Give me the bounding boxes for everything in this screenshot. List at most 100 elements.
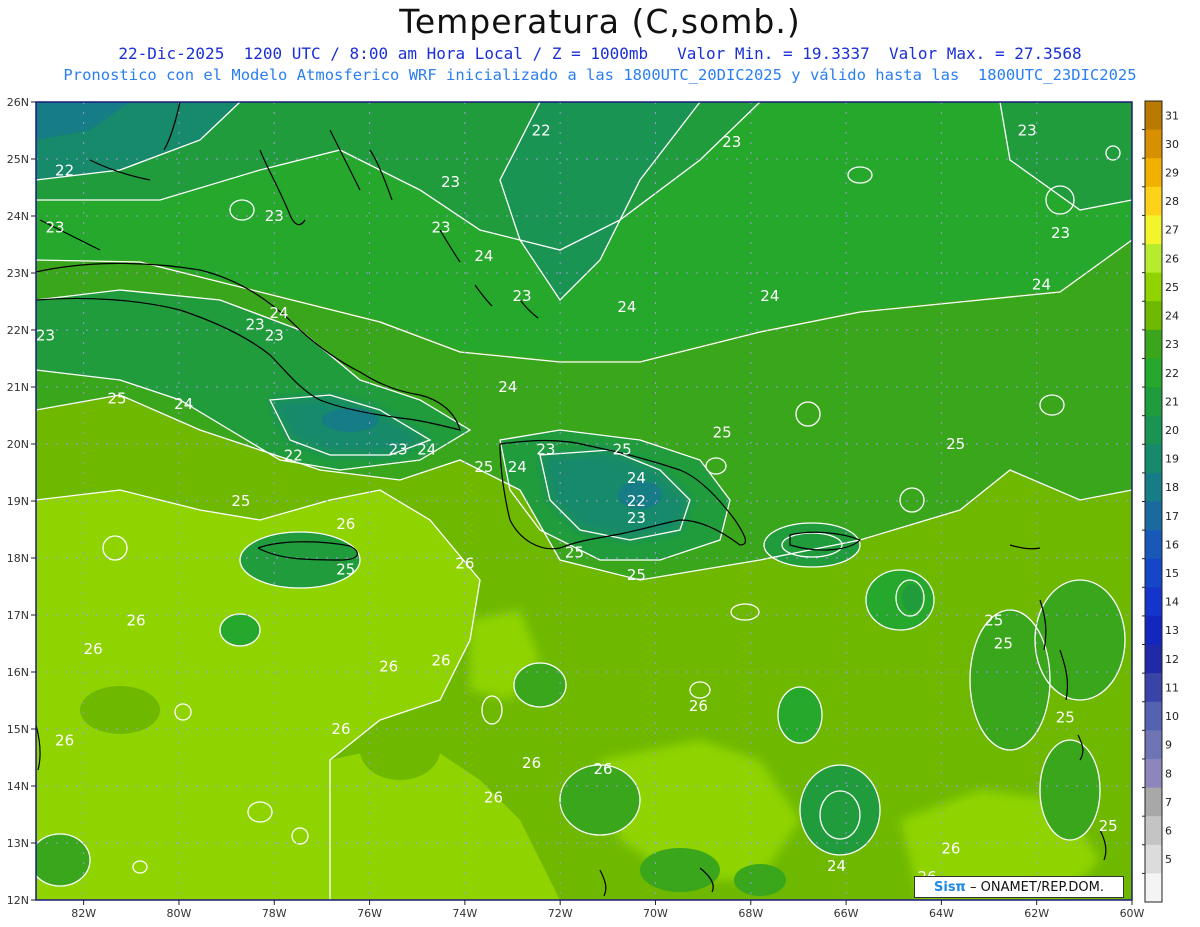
- contour-label: 26: [522, 754, 541, 772]
- contour-label: 25: [565, 543, 584, 561]
- contour-label: 25: [474, 458, 493, 476]
- lon-label: 80W: [167, 907, 192, 920]
- contour-label: 23: [46, 218, 65, 236]
- contour-label: 26: [594, 760, 613, 778]
- lat-label: 26N: [7, 96, 29, 109]
- colorbar-label: 20: [1165, 424, 1179, 437]
- colorbar-label: 11: [1165, 681, 1179, 694]
- colorbar-segment: [1145, 472, 1162, 502]
- lon-label: 78W: [262, 907, 287, 920]
- lat-label: 14N: [7, 780, 29, 793]
- contour-label: 25: [231, 492, 250, 510]
- contour-label: 25: [613, 441, 632, 459]
- lon-label: 60W: [1120, 907, 1145, 920]
- credit-brand: Sisπ: [934, 880, 966, 895]
- colorbar-segment: [1145, 758, 1162, 789]
- lon-label: 66W: [834, 907, 859, 920]
- colorbar-label: 31: [1165, 109, 1179, 122]
- contour-label: 26: [336, 515, 355, 533]
- colorbar-label: 15: [1165, 567, 1179, 580]
- contour-label: 23: [389, 441, 408, 459]
- colorbar-label: 10: [1165, 710, 1179, 723]
- colorbar-label: 25: [1165, 281, 1179, 294]
- contour-label: 24: [617, 298, 636, 316]
- lat-label: 18N: [7, 552, 29, 565]
- contour-label: 26: [689, 697, 708, 715]
- contour-label: 26: [484, 788, 503, 806]
- colorbar-label: 18: [1165, 481, 1179, 494]
- contour-label: 25: [336, 560, 355, 578]
- colorbar-segment: [1145, 387, 1162, 417]
- colorbar-segment: [1145, 186, 1162, 216]
- contour-label: 25: [627, 566, 646, 584]
- contour-label: 24: [269, 304, 288, 322]
- contour-label: 24: [474, 247, 493, 265]
- contour-label: 25: [1056, 709, 1075, 727]
- colorbar-segment: [1145, 101, 1162, 131]
- lon-label: 70W: [643, 907, 668, 920]
- colorbar-label: 28: [1165, 195, 1179, 208]
- colorbar-segment: [1145, 787, 1162, 817]
- contour-label: 26: [127, 612, 146, 630]
- contour-label: 25: [107, 389, 126, 407]
- contour-label: 24: [508, 458, 527, 476]
- lon-label: 72W: [548, 907, 573, 920]
- lat-label: 25N: [7, 153, 29, 166]
- colorbar-segment: [1145, 301, 1162, 331]
- colorbar-label: 21: [1165, 395, 1179, 408]
- lon-label: 76W: [357, 907, 382, 920]
- contour-label: 24: [760, 287, 779, 305]
- contour-label: 22: [55, 161, 74, 179]
- lat-label: 20N: [7, 438, 29, 451]
- contour-label: 23: [627, 509, 646, 527]
- contour-label: 23: [441, 173, 460, 191]
- lat-label: 17N: [7, 609, 29, 622]
- colorbar-segment: [1145, 873, 1162, 903]
- colorbar-segment: [1145, 272, 1162, 302]
- contour-label: 24: [827, 857, 846, 875]
- contour-label: 23: [513, 287, 532, 305]
- colorbar-segment: [1145, 501, 1162, 531]
- colorbar-label: 5: [1165, 853, 1172, 866]
- contour-label: 26: [84, 640, 103, 658]
- contour-label: 22: [532, 122, 551, 140]
- contour-label: 25: [994, 635, 1013, 653]
- colorbar-label: 19: [1165, 453, 1179, 466]
- contour-label: 26: [379, 657, 398, 675]
- colorbar-segment: [1145, 615, 1162, 646]
- contour-label: 23: [431, 218, 450, 236]
- colorbar-label: 16: [1165, 538, 1179, 551]
- lon-label: 82W: [71, 907, 96, 920]
- contour-label: 25: [946, 435, 965, 453]
- colorbar-segment: [1145, 415, 1162, 445]
- contour-label: 25: [713, 424, 732, 442]
- colorbar-label: 26: [1165, 252, 1179, 265]
- colorbar-label: 22: [1165, 367, 1179, 380]
- colorbar-segment: [1145, 444, 1162, 474]
- credit-text: – ONAMET/REP.DOM.: [965, 880, 1104, 895]
- contour-label: 23: [265, 207, 284, 225]
- colorbar-segment: [1145, 701, 1162, 731]
- colorbar-label: 29: [1165, 167, 1179, 180]
- colorbar-label: 27: [1165, 224, 1179, 237]
- colorbar-segment: [1145, 587, 1162, 617]
- lat-label: 13N: [7, 837, 29, 850]
- credit-box: Sisπ – ONAMET/REP.DOM.: [914, 876, 1124, 898]
- lon-label: 62W: [1024, 907, 1049, 920]
- contour-label: 26: [55, 731, 74, 749]
- contour-label: 23: [246, 315, 265, 333]
- lat-label: 15N: [7, 723, 29, 736]
- lat-label: 16N: [7, 666, 29, 679]
- lon-label: 68W: [738, 907, 763, 920]
- colorbar-segment: [1145, 158, 1162, 188]
- lon-label: 64W: [929, 907, 954, 920]
- colorbar-segment: [1145, 673, 1162, 703]
- lat-label: 12N: [7, 894, 29, 907]
- contour-label: 22: [627, 492, 646, 510]
- contour-label: 26: [431, 652, 450, 670]
- colorbar-segment: [1145, 644, 1162, 674]
- contour-label: 23: [722, 133, 741, 151]
- temperature-map: 26N 25N 24N 23N 22N 21N 20N 19N 18N 17N 16N 15N 14N 1…: [7, 96, 1179, 920]
- contour-label: 25: [1099, 817, 1118, 835]
- colorbar-segment: [1145, 816, 1162, 846]
